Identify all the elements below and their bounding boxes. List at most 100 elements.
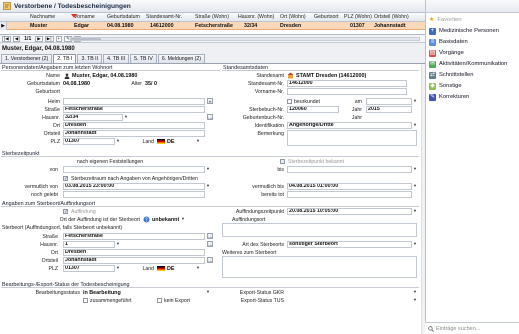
certificate-icon <box>3 2 11 10</box>
col-vorname[interactable]: Vorname <box>74 14 95 20</box>
finding-place-textarea[interactable] <box>222 223 417 237</box>
search-input[interactable]: Einträge suchen... <box>436 326 480 332</box>
fzip-input[interactable]: 01307 <box>63 265 115 272</box>
from-input[interactable] <box>63 166 205 173</box>
zip-dropdown-icon[interactable]: ▼ <box>116 138 120 144</box>
tab-meldungen[interactable]: 6. Meldungen (2) <box>157 54 206 63</box>
col-ortsteil[interactable]: Ortsteil (Wohn) <box>374 14 409 20</box>
presumed-from-dropdown-icon[interactable]: ▼ <box>206 183 210 189</box>
city-label: Ort <box>52 123 60 129</box>
tab-verstorbener[interactable]: 1. Verstorbener (2) <box>1 54 53 63</box>
sidebar-item-basisdaten[interactable]: ≡ Basisdaten <box>429 37 468 47</box>
sidebar-search[interactable]: Einträge suchen... <box>425 322 519 334</box>
sidebar-item-favoriten[interactable]: ★ Favoriten <box>429 15 462 25</box>
next-record-button[interactable]: ▶ <box>35 35 43 42</box>
zip-input[interactable]: 01307 <box>63 138 115 145</box>
grid-horizontal-scrollbar[interactable] <box>70 37 420 41</box>
place-dropdown-icon[interactable]: ▼ <box>181 216 185 222</box>
fcountry-dropdown-icon[interactable]: ▼ <box>196 265 200 271</box>
sidebar-item-vorgaenge[interactable]: ▤ Vorgänge <box>429 48 464 58</box>
ident-input[interactable]: Angehörige/Dritte <box>287 122 412 129</box>
tab-tb1[interactable]: 2. TB I <box>53 54 77 63</box>
home-lookup-button[interactable]: « <box>207 98 213 104</box>
noexport-checkbox[interactable] <box>157 298 162 303</box>
last-record-button[interactable]: ▶| <box>44 35 54 42</box>
kind-input[interactable]: sonstiger Sterbeort <box>287 241 412 248</box>
fhouse-input[interactable]: 1 <box>63 241 115 248</box>
country-dropdown-icon[interactable]: ▼ <box>196 138 200 144</box>
col-ort[interactable]: Ort (Wohn) <box>280 14 306 20</box>
remark-textarea[interactable] <box>287 130 417 146</box>
street-input[interactable]: Fetscherstraße <box>63 106 205 113</box>
certified-checkbox[interactable] <box>287 99 292 104</box>
fstreet-label: Straße <box>42 234 58 240</box>
to-dropdown-icon[interactable]: ▼ <box>413 166 417 172</box>
sidebar-item-schnittstellen[interactable]: ⇄ Schnittstellen <box>429 70 473 80</box>
ident-dropdown-icon[interactable]: ▼ <box>413 122 417 128</box>
table-row[interactable]: Muster Edgar 04.08.1980 14612000 Fetsche… <box>0 22 425 30</box>
tab-tb4[interactable]: 5. TB IV <box>130 54 157 63</box>
presumed-to-dropdown-icon[interactable]: ▼ <box>413 183 417 189</box>
kind-dropdown-icon[interactable]: ▼ <box>413 241 417 247</box>
vorname-no-input[interactable] <box>287 88 407 95</box>
house-input[interactable]: 32/34 <box>63 114 123 121</box>
death-register-input[interactable]: 120060 <box>287 106 339 113</box>
sidebar-item-medizinische-personen[interactable]: + Medizinische Personen <box>429 26 499 36</box>
prev-record-button[interactable]: ◀ <box>12 35 21 42</box>
house-ellipsis-button[interactable]: … <box>207 114 213 120</box>
col-plz[interactable]: PLZ (Wohn) <box>344 14 372 20</box>
year-label: Jahr <box>351 107 362 113</box>
fcountry-label: Land <box>142 266 154 272</box>
dead-input[interactable] <box>287 191 412 198</box>
alive-input[interactable] <box>63 191 205 198</box>
records-grid[interactable]: Nachname Vorname Geburtsdatum Standesamt… <box>0 13 425 35</box>
am-dropdown-icon[interactable]: ▼ <box>413 98 417 104</box>
fhouse-dropdown-icon[interactable]: ▼ <box>116 241 120 247</box>
from-dropdown-icon[interactable]: ▼ <box>206 166 210 172</box>
sidebar-item-aktivitaeten[interactable]: ✉ Aktivitäten/Kommunikation <box>429 59 507 69</box>
col-hausnr[interactable]: Hausnr. (Wohn) <box>238 14 274 20</box>
tab-tb3[interactable]: 4. TB III <box>103 54 130 63</box>
sidebar-item-label: Sonstige <box>439 83 462 89</box>
merged-checkbox[interactable] <box>83 298 88 303</box>
col-geburtsdatum[interactable]: Geburtsdatum <box>107 14 140 20</box>
fhouse-ellipsis-button[interactable]: … <box>207 241 213 247</box>
finding-checkbox[interactable]: ✓ <box>63 209 68 215</box>
office-no-input[interactable]: 14612000 <box>287 80 407 87</box>
deathtime-known-checkbox[interactable] <box>280 159 285 164</box>
tus-dropdown-icon[interactable]: ▼ <box>413 297 417 303</box>
home-input[interactable] <box>63 98 205 105</box>
district-input[interactable]: Johannstadt <box>63 130 205 137</box>
fdistrict-ellipsis-button[interactable]: … <box>207 257 213 263</box>
scrollbar-thumb[interactable] <box>71 38 101 40</box>
status-dropdown-icon[interactable]: ▼ <box>206 289 210 295</box>
add-record-button[interactable]: + <box>55 35 63 42</box>
gkr-dropdown-icon[interactable]: ▼ <box>413 289 417 295</box>
to-input[interactable] <box>287 166 412 173</box>
finding-time-input[interactable]: 20.08.2015 10:05:00 <box>287 208 412 215</box>
am-input[interactable] <box>366 98 412 105</box>
fstreet-ellipsis-button[interactable]: … <box>207 233 213 239</box>
col-nachname[interactable]: Nachname <box>30 14 55 20</box>
tab-tb2[interactable]: 3. TB II <box>77 54 103 63</box>
sidebar-item-korrekturen[interactable]: ✎ Korrekturen <box>429 92 469 102</box>
year-input[interactable]: 2015 <box>366 106 412 113</box>
finding-time-dropdown-icon[interactable]: ▼ <box>413 208 417 214</box>
reported-checkbox[interactable]: ✓ <box>63 176 68 182</box>
fstreet-input[interactable]: Fetscherstraße <box>63 233 205 240</box>
col-standesamt[interactable]: Standesamt-Nr. <box>146 14 182 20</box>
fzip-dropdown-icon[interactable]: ▼ <box>116 265 120 271</box>
presumed-to-input[interactable]: 04.08.2015 01:00:00 <box>287 183 412 190</box>
fcity-input[interactable]: Dresden <box>63 249 205 256</box>
status-value: in Bearbeitung <box>83 290 121 296</box>
city-input[interactable]: Dresden <box>63 122 205 129</box>
house-dropdown-icon[interactable]: ▼ <box>124 114 128 120</box>
first-record-button[interactable]: |◀ <box>2 35 11 42</box>
presumed-from-input[interactable]: 03.08.2015 23:00:00 <box>63 183 205 190</box>
row-selector-icon[interactable]: ▶ <box>0 22 7 30</box>
col-strasse[interactable]: Straße (Wohn) <box>195 14 229 20</box>
sidebar-item-sonstige[interactable]: ◆ Sonstige <box>429 81 462 91</box>
other-textarea[interactable] <box>222 256 417 278</box>
fdistrict-input[interactable]: Johannstadt <box>63 257 205 264</box>
col-geburtsort[interactable]: Geburtsort <box>314 14 339 20</box>
